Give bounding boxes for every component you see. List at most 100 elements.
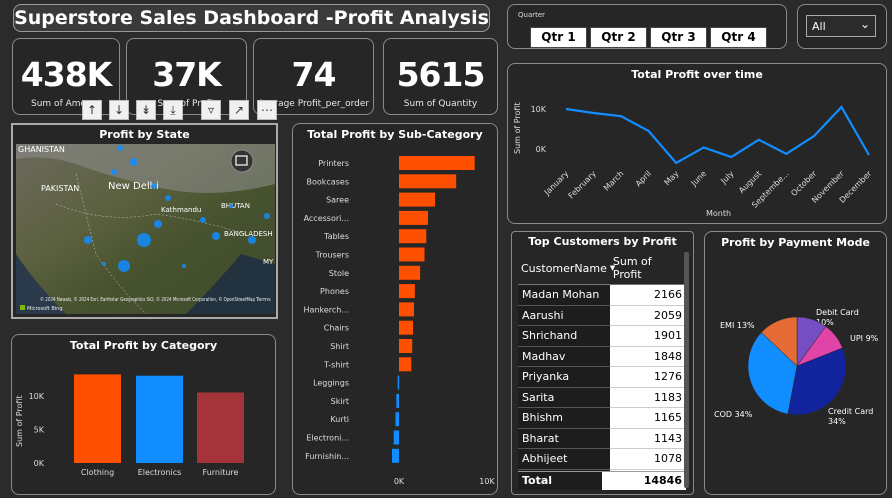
category-bar-chart[interactable]: Sum of Profit 10K 5K 0K Clothing Electronics…	[12, 357, 275, 492]
category-bar[interactable]	[136, 375, 183, 463]
category-bar[interactable]	[74, 374, 121, 463]
time-y-axis-title: Sum of Profit	[513, 102, 522, 154]
subcategory-bar-chart[interactable]: Printers Bookcases Saree Accessori... Tables…	[293, 144, 497, 494]
x-tick-label: April	[634, 169, 653, 188]
subcategory-bar[interactable]	[399, 284, 415, 299]
qtr-4-button[interactable]: Qtr 4	[710, 27, 767, 48]
total-label: Total	[518, 472, 602, 490]
customers-title: Top Customers by Profit	[528, 235, 677, 248]
map-bubble	[248, 236, 256, 244]
pie-label-cod: COD 34%	[714, 410, 753, 419]
x-tick-label: 0K	[394, 477, 405, 486]
col-customer-name[interactable]: CustomerName	[518, 252, 610, 285]
subcategory-bar[interactable]	[399, 247, 425, 262]
table-row[interactable]: Madhav 1848	[518, 346, 686, 367]
subcategory-bar[interactable]	[399, 320, 414, 335]
map-visual[interactable]: GHANISTAN PAKISTAN New Delhi Kathmandu B…	[16, 144, 275, 314]
qtr-1-button[interactable]: Qtr 1	[530, 27, 587, 48]
customer-name-cell: Abhijeet	[518, 448, 610, 470]
profit-cell: 1165	[609, 407, 686, 429]
table-row[interactable]: Bharat 1143	[518, 428, 686, 449]
y-tick-label: 5K	[34, 425, 45, 434]
kpi-sum-amount: 438K Sum of Amount	[12, 38, 120, 115]
profit-line-chart[interactable]: Sum of Profit Month 10K0KJanuaryFebruary…	[508, 82, 886, 222]
table-row[interactable]: Aarushi 2059	[518, 305, 686, 326]
table-row[interactable]: Abhijeet 1078	[518, 448, 686, 470]
map-terms-link[interactable]: Terms	[255, 297, 271, 303]
customer-name-cell: Bhishm	[518, 407, 610, 429]
map-bubble	[182, 264, 186, 268]
map-bubble	[117, 145, 123, 151]
subcategory-bar[interactable]	[399, 210, 429, 225]
subcategory-bar[interactable]	[399, 357, 412, 372]
customer-name-cell: Aarushi	[518, 305, 610, 326]
subcategory-bar[interactable]	[399, 265, 421, 280]
map-bubble	[200, 217, 206, 223]
table-row[interactable]: Priyanka 1276	[518, 366, 686, 388]
payment-pie-chart[interactable]: Debit Card 10% UPI 9% Credit Card 34% COD…	[705, 252, 886, 492]
expand-level-icon[interactable]: ⤓	[163, 100, 183, 120]
drill-up-icon[interactable]: ↑	[82, 100, 102, 120]
customer-name-cell: Shrichand	[518, 325, 610, 347]
map-label-ghanistan: GHANISTAN	[18, 145, 65, 154]
chevron-down-icon: ⌄	[859, 17, 870, 31]
map-label-kathmandu: Kathmandu	[161, 206, 201, 214]
time-chart-panel: Total Profit over time Sum of Profit Mon…	[507, 63, 887, 224]
customer-name-cell: Sarita	[518, 387, 610, 408]
subcategory-bar[interactable]	[399, 229, 427, 244]
col-sum-profit[interactable]: ▼ Sum of Profit	[609, 252, 686, 285]
subcategory-bar[interactable]	[395, 412, 399, 427]
x-tick-label: Electronics	[138, 468, 182, 477]
customers-table: CustomerName ▼ Sum of Profit Madan Mohan…	[518, 252, 686, 490]
focus-mode-icon[interactable]: ↗	[229, 100, 249, 120]
category-bar[interactable]	[197, 392, 244, 464]
x-tick-label: August	[737, 169, 763, 195]
kpi-value: 37K	[152, 55, 222, 94]
total-value: 14846	[643, 474, 682, 487]
customers-panel: Top Customers by Profit CustomerName ▼ S…	[511, 231, 694, 495]
subcategory-bar[interactable]	[393, 430, 399, 445]
x-tick-label: March	[602, 169, 626, 193]
profit-cell: 1143	[609, 428, 686, 449]
category-chart-title: Total Profit by Category	[69, 339, 218, 352]
subcategory-bar[interactable]	[399, 339, 413, 353]
all-dropdown[interactable]: All ⌄	[806, 15, 876, 37]
y-tick-label: Hankerch...	[304, 305, 349, 314]
table-scrollbar[interactable]	[684, 252, 689, 488]
subcategory-bar[interactable]	[399, 302, 414, 317]
table-row[interactable]: Sarita 1183	[518, 387, 686, 408]
x-tick-label: Furniture	[203, 468, 239, 477]
qtr-2-button[interactable]: Qtr 2	[590, 27, 647, 48]
kpi-value: 438K	[20, 55, 112, 94]
y-tick-label: Saree	[326, 196, 349, 205]
pie-label-upi: UPI 9%	[850, 334, 879, 343]
title-panel: Superstore Sales Dashboard -Profit Analy…	[13, 4, 490, 32]
subcategory-bar[interactable]	[399, 174, 457, 189]
subcategory-bar[interactable]	[391, 448, 399, 463]
table-row[interactable]: Bhishm 1165	[518, 407, 686, 429]
map-attribution: © 2024 Nawaiz, © 2024 Esri, Earthstar Ge…	[40, 296, 255, 303]
next-level-icon[interactable]: ↡	[136, 100, 156, 120]
qtr-3-button[interactable]: Qtr 3	[650, 27, 707, 48]
map-bubble	[212, 232, 220, 240]
subcategory-bar[interactable]	[396, 393, 399, 408]
table-row[interactable]: Shrichand 1901	[518, 325, 686, 347]
subcategory-bar[interactable]	[399, 156, 475, 170]
customer-name-cell: Madan Mohan	[518, 284, 610, 306]
payment-chart-panel: Profit by Payment Mode Debit Card 10% UP…	[704, 231, 887, 495]
profit-line[interactable]	[565, 105, 870, 165]
table-row[interactable]: Madan Mohan 2166	[518, 284, 686, 306]
more-options-icon[interactable]: ⋯	[257, 100, 277, 120]
subcategory-bar[interactable]	[397, 375, 400, 390]
x-tick-label: February	[567, 169, 599, 201]
filter-icon[interactable]: ▿	[201, 100, 221, 120]
map-bubble	[165, 195, 171, 201]
map-panel[interactable]: Profit by State GHANISTAN PAKISTAN New D…	[11, 123, 278, 319]
profit-cell: 1901	[609, 325, 686, 347]
map-bubble	[118, 260, 130, 272]
subcat-chart-panel: Total Profit by Sub-Category Printers Boo…	[292, 123, 498, 495]
subcategory-bar[interactable]	[399, 192, 436, 207]
drill-down-icon[interactable]: ↓	[109, 100, 129, 120]
y-tick-label: Trousers	[315, 251, 349, 260]
map-bubble	[137, 233, 151, 247]
